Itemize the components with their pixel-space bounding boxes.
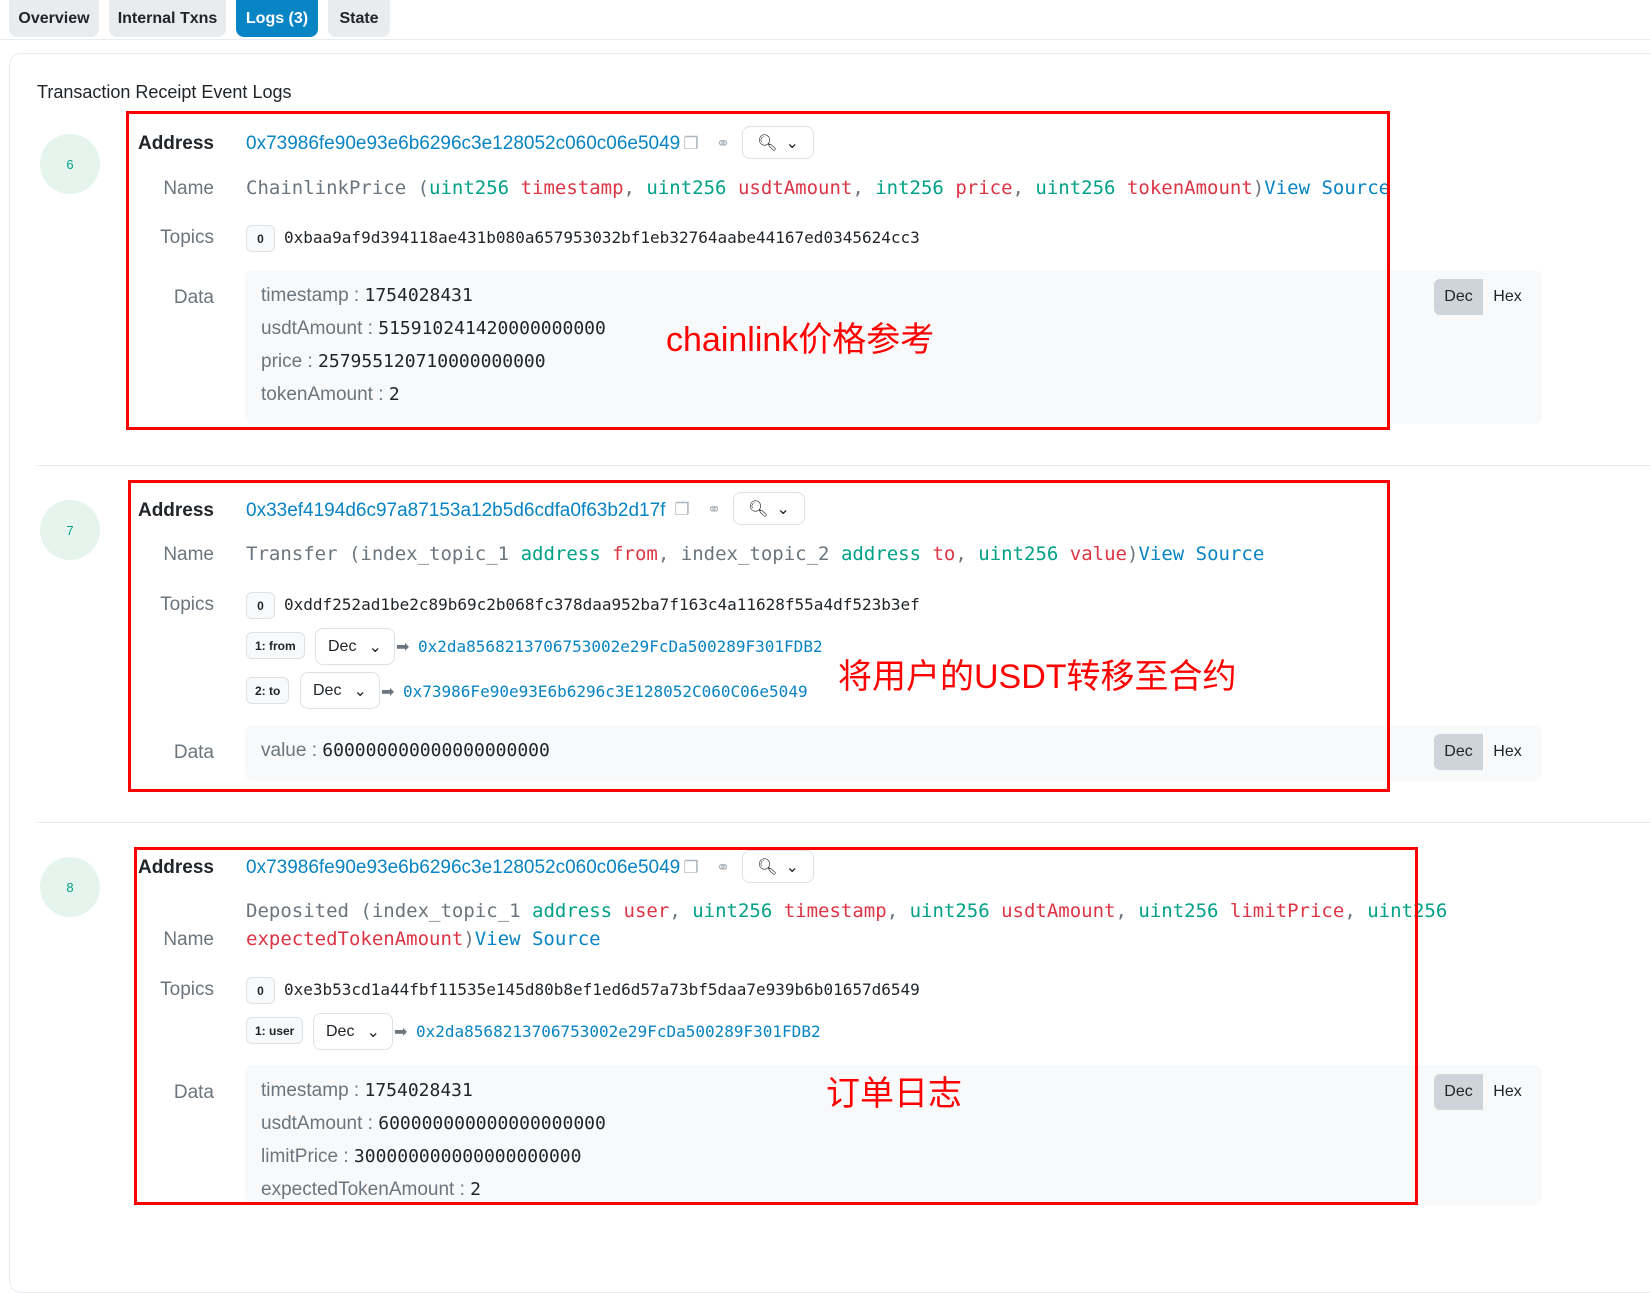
tab-internal-txns[interactable]: Internal Txns [109,0,226,37]
card-title: Transaction Receipt Event Logs [37,82,292,102]
dec-button[interactable]: Dec [1434,1074,1483,1110]
dec-hex-toggle: Dec Hex [1434,1074,1532,1110]
hex-button[interactable]: Hex [1483,279,1532,315]
annotation-box [128,480,1390,792]
dec-button[interactable]: Dec [1434,279,1483,315]
tab-state[interactable]: State [328,0,390,37]
annotation-text: 订单日志 [826,1075,962,1113]
log-index-badge: 8 [40,857,100,917]
dec-hex-toggle: Dec Hex [1434,279,1532,315]
divider [37,465,1650,466]
annotation-box [134,847,1418,1205]
divider [37,822,1650,823]
log-index-badge: 6 [40,134,100,194]
annotation-text: chainlink价格参考 [666,321,935,359]
tab-bar: Overview Internal Txns Logs (3) State [0,0,1650,40]
dec-hex-toggle: Dec Hex [1434,734,1532,770]
dec-button[interactable]: Dec [1434,734,1483,770]
hex-button[interactable]: Hex [1483,734,1532,770]
tab-logs[interactable]: Logs (3) [236,0,318,37]
log-index-badge: 7 [40,500,100,560]
annotation-box [126,111,1390,430]
tab-overview[interactable]: Overview [9,0,99,37]
annotation-text: 将用户的USDT转移至合约 [838,658,1237,696]
hex-button[interactable]: Hex [1483,1074,1532,1110]
